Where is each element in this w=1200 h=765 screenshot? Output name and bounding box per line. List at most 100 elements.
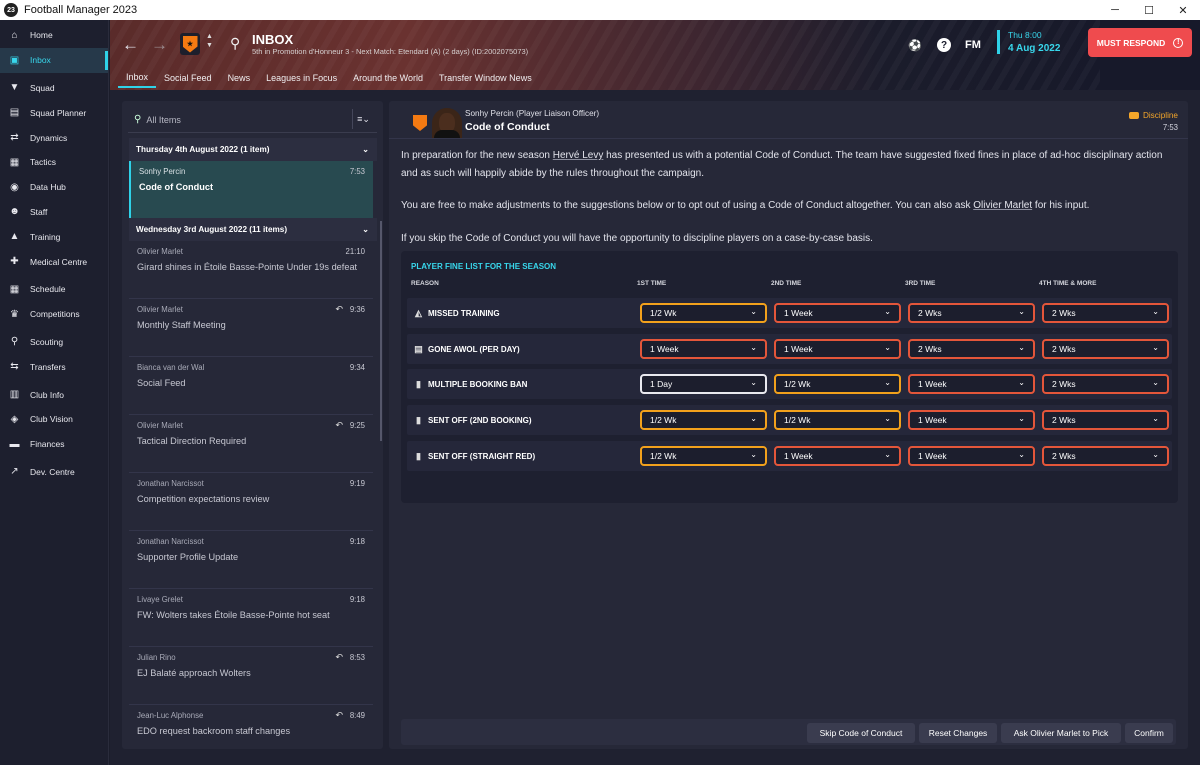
fine-select[interactable]: 1 Week ⌄ <box>908 374 1035 394</box>
column-header: 2ND TIME <box>771 280 802 287</box>
fine-select[interactable]: 1 Day ⌄ <box>640 374 767 394</box>
fine-select[interactable]: 2 Wks ⌄ <box>1042 446 1169 466</box>
sidebar-item-home[interactable]: ⌂ Home <box>0 23 108 48</box>
sidebar-item-inbox[interactable]: ▣ Inbox <box>0 47 108 73</box>
sidebar-item-dynamics[interactable]: ⇄ Dynamics <box>0 125 108 150</box>
fine-select[interactable]: 1 Week ⌄ <box>774 446 901 466</box>
sidebar-item-staff[interactable]: ☻ Staff <box>0 200 108 225</box>
sidebar-item-dev-centre[interactable]: ↗ Dev. Centre <box>0 460 108 485</box>
fine-reason: SENT OFF (STRAIGHT RED) <box>428 451 536 461</box>
list-item[interactable]: Julian Rino EJ Balaté approach Wolters ↶… <box>129 647 373 705</box>
person-link[interactable]: Olivier Marlet <box>973 200 1032 211</box>
sidebar-item-competitions[interactable]: ♛ Competitions <box>0 302 108 327</box>
sidebar-item-finances[interactable]: ▬ Finances <box>0 432 108 457</box>
sidebar-item-club-info[interactable]: ▥ Club Info <box>0 382 108 407</box>
search-input[interactable]: All Items <box>146 115 181 125</box>
search-box[interactable]: ⚲ All Items ≡⌄ <box>128 107 377 133</box>
tab-social-feed[interactable]: Social Feed <box>156 68 220 88</box>
sidebar-item-data-hub[interactable]: ◉ Data Hub <box>0 175 108 200</box>
sidebar-item-label: Home <box>30 30 53 41</box>
fine-select[interactable]: 1/2 Wk ⌄ <box>774 410 901 430</box>
filter-menu-icon[interactable]: ≡⌄ <box>352 109 374 129</box>
message-list-panel: ⚲ All Items ≡⌄ Thursday 4th August 2022 … <box>122 101 383 749</box>
close-button[interactable]: ✕ <box>1166 0 1200 20</box>
fine-select[interactable]: 1 Week ⌄ <box>774 339 901 359</box>
sidebar-item-schedule[interactable]: ▦ Schedule <box>0 277 108 302</box>
list-item[interactable]: Jonathan Narcissot Supporter Profile Upd… <box>129 531 373 589</box>
table-row: ▮ SENT OFF (STRAIGHT RED) 1/2 Wk ⌄ 1 Week ⌄… <box>407 441 1172 471</box>
search-icon[interactable]: ⚲ <box>230 35 240 52</box>
back-arrow-icon[interactable]: ← <box>122 35 139 55</box>
list-item[interactable]: Livaye Grelet FW: Wolters takes Étoile B… <box>129 589 373 647</box>
sender-avatar[interactable] <box>432 108 462 138</box>
sidebar-item-squad-planner[interactable]: ▤ Squad Planner <box>0 100 108 125</box>
sidebar-item-medical-centre[interactable]: ✚ Medical Centre <box>0 249 108 274</box>
tab-transfer-window-news[interactable]: Transfer Window News <box>431 68 540 88</box>
fine-select[interactable]: 2 Wks ⌄ <box>1042 339 1169 359</box>
fine-select[interactable]: 1/2 Wk ⌄ <box>774 374 901 394</box>
list-item[interactable]: Jonathan Narcissot Competition expectati… <box>129 473 373 531</box>
page-header: ← → ★ ▲ ▼ ⚲ INBOX 5th in Promotion d'Honn… <box>110 20 1200 90</box>
app-logo-icon: 23 <box>4 3 18 17</box>
fine-select[interactable]: 2 Wks ⌄ <box>908 303 1035 323</box>
list-item[interactable]: Olivier Marlet Girard shines in Étoile B… <box>129 241 373 299</box>
fine-select[interactable]: 2 Wks ⌄ <box>1042 374 1169 394</box>
training-icon: ▲ <box>9 231 20 243</box>
club-crest[interactable]: ★ <box>180 33 200 55</box>
confirm-button[interactable]: Confirm <box>1125 723 1173 743</box>
club-switch-arrows-icon[interactable]: ▲ ▼ <box>206 32 213 50</box>
planner-icon: ▤ <box>9 107 20 119</box>
sidebar-item-label: Medical Centre <box>30 256 88 267</box>
sidebar-item-label: Squad <box>30 82 55 93</box>
person-link[interactable]: Hervé Levy <box>553 150 604 161</box>
reset-changes-button[interactable]: Reset Changes <box>919 723 997 743</box>
awol-icon: ▤ <box>414 343 423 354</box>
minimize-button[interactable]: ─ <box>1098 0 1132 20</box>
tab-news[interactable]: News <box>220 68 259 88</box>
message-subject: Tactical Direction Required <box>137 436 247 446</box>
cards-icon: ▮ <box>416 378 421 389</box>
fine-select[interactable]: 2 Wks ⌄ <box>1042 303 1169 323</box>
list-item[interactable]: Bianca van der Wal Social Feed 9:34 <box>129 357 373 415</box>
sidebar-item-club-vision[interactable]: ◈ Club Vision <box>0 407 108 432</box>
help-icon[interactable]: ? <box>937 38 951 52</box>
column-header: REASON <box>411 280 439 287</box>
fine-select[interactable]: 2 Wks ⌄ <box>1042 410 1169 430</box>
list-scrollbar[interactable] <box>380 221 382 441</box>
fine-select[interactable]: 1/2 Wk ⌄ <box>640 446 767 466</box>
tab-around-the-world[interactable]: Around the World <box>345 68 431 88</box>
fine-select[interactable]: 2 Wks ⌄ <box>908 339 1035 359</box>
list-item[interactable]: Sonhy Percin Code of Conduct 7:53 <box>129 161 373 219</box>
sidebar-item-scouting[interactable]: ⚲ Scouting <box>0 330 108 355</box>
ask-olivier-marlet-button[interactable]: Ask Olivier Marlet to Pick <box>1001 723 1121 743</box>
fm-menu-button[interactable]: FM <box>965 37 981 53</box>
forward-arrow-icon[interactable]: → <box>151 35 168 55</box>
fine-select[interactable]: 1 Week ⌄ <box>774 303 901 323</box>
sidebar-item-transfers[interactable]: ⇆ Transfers <box>0 354 108 379</box>
group-header[interactable]: Wednesday 3rd August 2022 (11 items) ⌄ <box>129 218 377 241</box>
fine-select[interactable]: 1 Week ⌄ <box>640 339 767 359</box>
message-sender: Olivier Marlet <box>137 421 183 430</box>
group-header[interactable]: Thursday 4th August 2022 (1 item) ⌄ <box>129 138 377 161</box>
chevron-down-icon: ⌄ <box>1152 343 1159 352</box>
list-item[interactable]: Olivier Marlet Monthly Staff Meeting ↶ 9… <box>129 299 373 357</box>
list-item[interactable]: Olivier Marlet Tactical Direction Requir… <box>129 415 373 473</box>
message-time: 9:19 <box>349 479 365 488</box>
tab-leagues-in-focus[interactable]: Leagues in Focus <box>258 68 345 88</box>
fine-select[interactable]: 1/2 Wk ⌄ <box>640 303 767 323</box>
fine-select[interactable]: 1 Week ⌄ <box>908 446 1035 466</box>
message-time: 9:18 <box>349 537 365 546</box>
maximize-button[interactable]: ☐ <box>1132 0 1166 20</box>
must-respond-button[interactable]: MUST RESPOND ! <box>1088 28 1192 57</box>
fine-select[interactable]: 1 Week ⌄ <box>908 410 1035 430</box>
fine-select[interactable]: 1/2 Wk ⌄ <box>640 410 767 430</box>
sidebar-item-squad[interactable]: ▼ Squad <box>0 76 108 101</box>
home-icon: ⌂ <box>11 29 18 41</box>
football-icon[interactable]: ⚽ <box>907 37 923 53</box>
list-item[interactable]: Jean-Luc Alphonse EDO request backroom s… <box>129 705 373 749</box>
club-info-icon: ▥ <box>9 389 20 401</box>
skip-code-of-conduct-button[interactable]: Skip Code of Conduct <box>807 723 915 743</box>
sidebar-item-training[interactable]: ▲ Training <box>0 224 108 249</box>
sidebar-item-tactics[interactable]: ▦ Tactics <box>0 150 108 175</box>
tab-inbox[interactable]: Inbox <box>118 68 157 88</box>
